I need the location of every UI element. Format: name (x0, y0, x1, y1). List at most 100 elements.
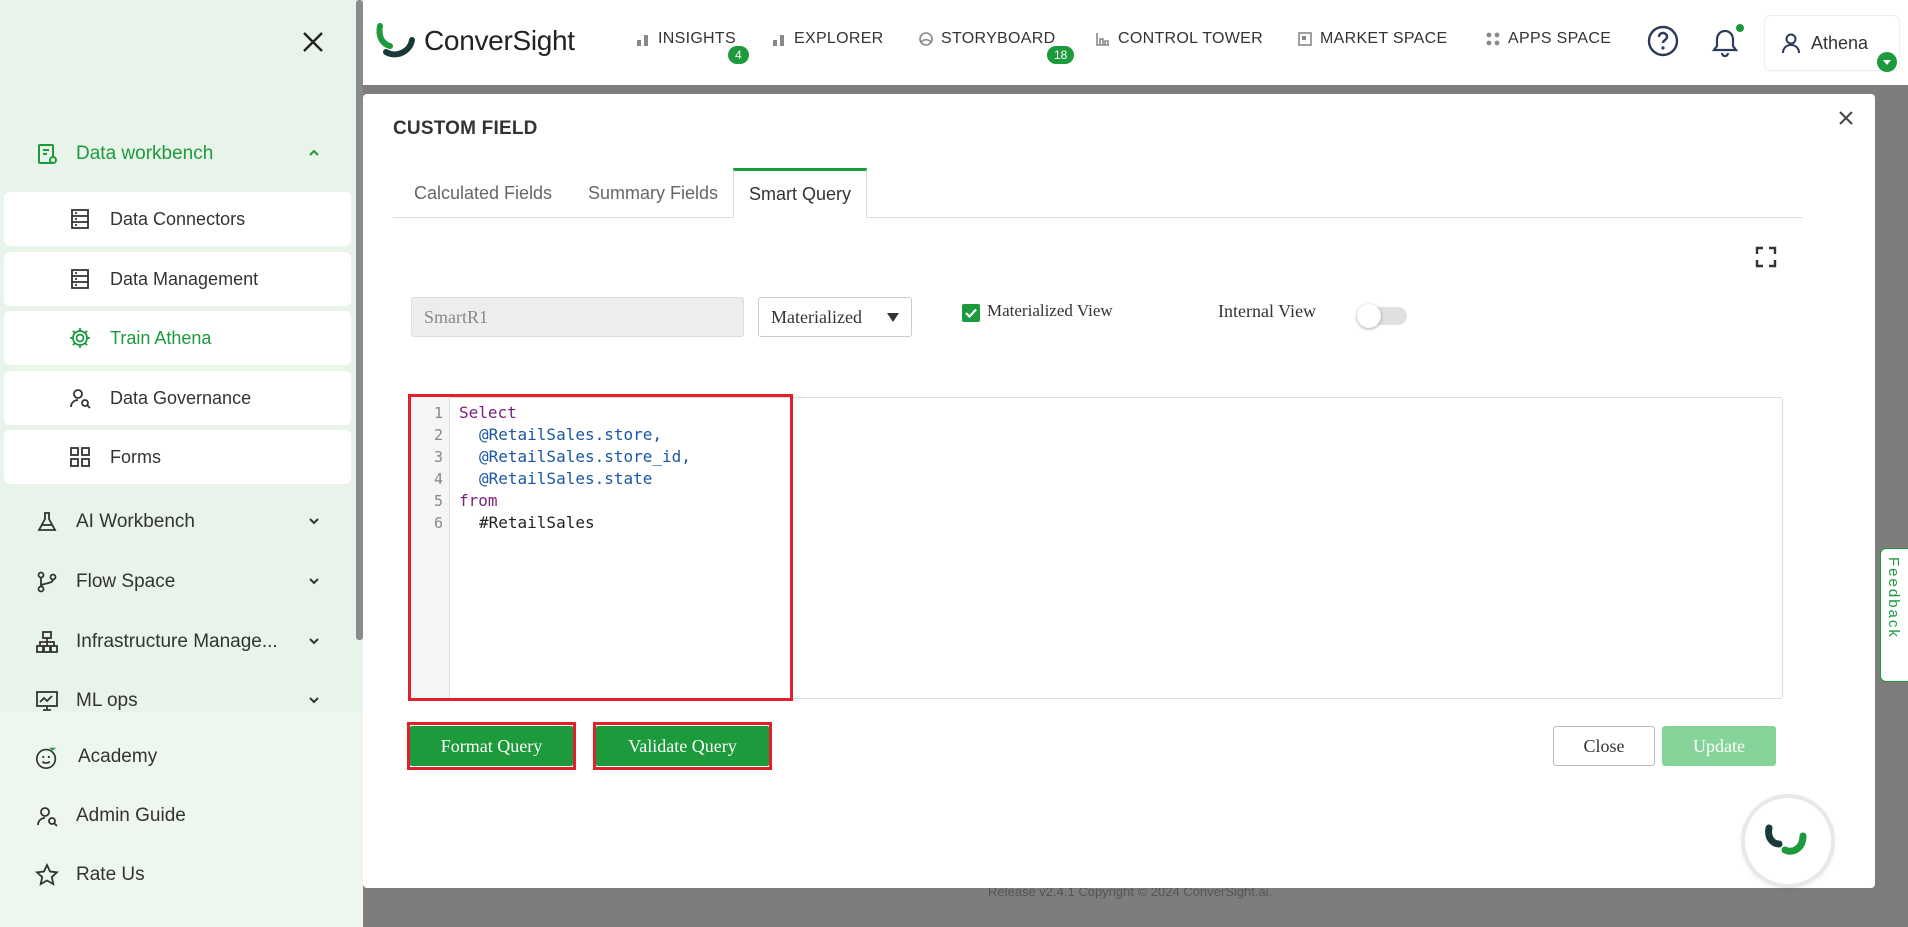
nav-market-space[interactable]: MARKET SPACE (1297, 30, 1447, 48)
sidebar-item-label: Data Management (110, 268, 259, 289)
server-icon (68, 267, 92, 291)
sidebar-group-label: Flow Space (76, 571, 176, 592)
notification-dot (1736, 24, 1744, 32)
nav-control-tower[interactable]: CONTROL TOWER (1095, 30, 1263, 48)
tab-calculated-fields[interactable]: Calculated Fields (393, 168, 573, 218)
user-search-icon (68, 386, 92, 410)
server-icon (68, 207, 92, 231)
conversight-logo[interactable]: ConverSight (376, 22, 575, 60)
user-icon (1779, 31, 1803, 55)
storyboard-icon (918, 31, 934, 47)
format-button-highlight (407, 722, 576, 770)
internal-view-label: Internal View (1218, 301, 1317, 321)
validate-button-highlight (593, 722, 772, 770)
modal-title: CUSTOM FIELD (393, 118, 538, 139)
market-icon (1297, 31, 1313, 47)
sidebar-group-data-workbench[interactable]: Data workbench (0, 129, 356, 179)
modal-close-icon[interactable] (1835, 108, 1857, 130)
sidebar-group-label: Infrastructure Manage... (76, 631, 278, 652)
sidebar-item-academy[interactable]: Academy (0, 732, 356, 782)
sidebar-item-label: Admin Guide (76, 805, 186, 826)
sidebar-item-data-connectors[interactable]: Data Connectors (4, 192, 351, 246)
nav-label: MARKET SPACE (1320, 30, 1448, 47)
query-name-input[interactable]: SmartR1 (411, 297, 744, 337)
update-button[interactable]: Update (1662, 726, 1776, 766)
bar-chart-icon (635, 31, 651, 47)
insights-badge: 4 (728, 46, 749, 64)
query-name-value: SmartR1 (424, 306, 489, 327)
sidebar-item-train-athena[interactable]: Train Athena (4, 311, 351, 365)
assistant-face-icon (1765, 824, 1807, 855)
tab-smart-query[interactable]: Smart Query (733, 168, 867, 219)
button-label: Update (1693, 735, 1745, 756)
toggle-knob (1357, 304, 1381, 328)
user-guide-icon (34, 803, 60, 829)
checkmark-icon (965, 308, 977, 319)
sidebar-item-data-governance[interactable]: Data Governance (4, 371, 351, 425)
logo-text: ConverSight (424, 25, 575, 56)
view-type-select[interactable]: Materialized (758, 297, 912, 337)
sidebar-group-label: AI Workbench (76, 511, 195, 532)
sidebar-group-flow-space[interactable]: Flow Space (0, 557, 356, 607)
close-sidebar-icon[interactable] (298, 30, 328, 60)
sidebar-group-label: ML ops (76, 690, 138, 711)
bar-chart-icon (771, 31, 787, 47)
sidebar-item-admin-guide[interactable]: Admin Guide (0, 791, 356, 841)
nav-label: CONTROL TOWER (1118, 30, 1263, 47)
sidebar-item-data-management[interactable]: Data Management (4, 252, 351, 306)
grid-icon (68, 445, 92, 469)
branch-icon (34, 569, 60, 595)
sidebar-scrollbar[interactable] (356, 0, 363, 640)
tab-label: Summary Fields (587, 182, 719, 203)
nav-label: APPS SPACE (1508, 30, 1612, 47)
academy-icon (34, 744, 60, 770)
hierarchy-icon (34, 629, 60, 655)
sidebar-item-rate-us[interactable]: Rate Us (0, 850, 356, 900)
bell-icon[interactable] (1710, 27, 1740, 58)
top-navigation: ConverSight INSIGHTS 4 EXPLORER STORYBOA… (363, 0, 1908, 85)
sidebar-group-ai-workbench[interactable]: AI Workbench (0, 497, 356, 547)
modal-tabs: Calculated Fields Summary Fields Smart Q… (393, 168, 1803, 219)
tab-label: Smart Query (748, 184, 852, 204)
sidebar-group-infrastructure[interactable]: Infrastructure Manage... (0, 617, 356, 667)
sidebar-item-label: Train Athena (110, 327, 212, 348)
feedback-tab[interactable]: Feedback (1880, 548, 1908, 682)
sidebar-item-label: Academy (78, 746, 158, 767)
flask-icon (34, 509, 60, 535)
materialized-view-checkbox[interactable] (962, 304, 980, 322)
nav-label: STORYBOARD (941, 30, 1056, 47)
sidebar-item-label: Data Connectors (110, 208, 246, 229)
nav-storyboard[interactable]: STORYBOARD (918, 30, 1055, 48)
sidebar: Data workbench Data Connectors Data Mana… (0, 0, 363, 927)
chevron-down-icon (304, 511, 324, 531)
materialized-view-label: Materialized View (987, 301, 1113, 320)
internal-view-toggle[interactable] (1357, 304, 1407, 328)
view-type-value: Materialized (771, 306, 862, 327)
apps-grid-icon (1485, 31, 1501, 47)
gear-icon (68, 326, 92, 350)
user-name: Athena (1811, 32, 1869, 53)
nav-apps-space[interactable]: APPS SPACE (1485, 30, 1611, 48)
help-icon[interactable] (1647, 25, 1679, 57)
chevron-up-icon (304, 143, 324, 163)
chevron-down-icon (304, 690, 324, 710)
tab-summary-fields[interactable]: Summary Fields (573, 168, 733, 218)
nav-insights[interactable]: INSIGHTS (635, 30, 736, 48)
conversight-logo-icon (376, 23, 415, 58)
chevron-down-icon (304, 571, 324, 591)
button-label: Close (1583, 735, 1625, 756)
document-chart-icon (34, 141, 60, 167)
close-button[interactable]: Close (1553, 726, 1655, 766)
feedback-label: Feedback (1885, 557, 1902, 639)
fullscreen-icon[interactable] (1755, 246, 1777, 268)
tab-label: Calculated Fields (413, 182, 553, 203)
chevron-down-icon (304, 631, 324, 651)
sidebar-item-label: Data Governance (110, 387, 252, 408)
nav-label: INSIGHTS (658, 30, 736, 47)
sidebar-item-forms[interactable]: Forms (4, 430, 351, 484)
nav-explorer[interactable]: EXPLORER (771, 30, 884, 48)
nav-label: EXPLORER (794, 30, 884, 47)
user-dropdown-icon[interactable] (1877, 52, 1897, 72)
assistant-chat-button[interactable] (1745, 798, 1831, 884)
storyboard-badge: 18 (1047, 46, 1075, 64)
